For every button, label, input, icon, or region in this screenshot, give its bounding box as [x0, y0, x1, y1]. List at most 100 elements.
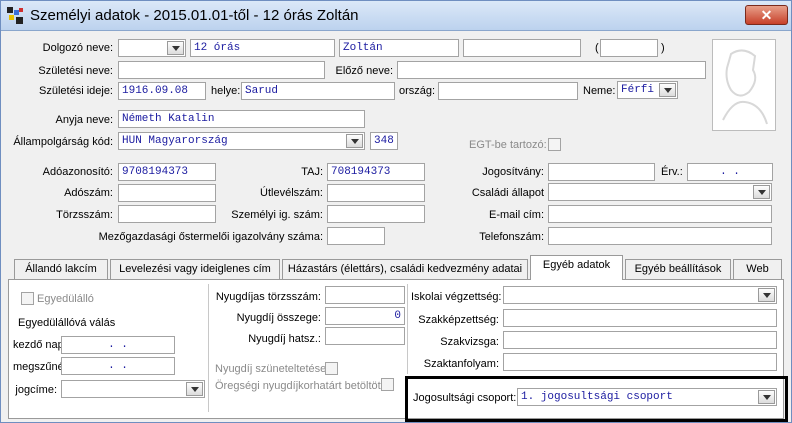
citizenship-value: HUN Magyarország — [122, 135, 228, 147]
pension-reg-label: Nyugdíjas törzsszám: — [215, 291, 321, 303]
rights-group-value: 1. jogosultsági csoport — [521, 391, 673, 403]
single-label: Egyedülálló — [37, 293, 94, 305]
photo-box[interactable] — [712, 39, 776, 131]
separator-1 — [208, 284, 209, 412]
valid-field[interactable]: . . — [687, 163, 773, 181]
birth-place-label: helye: — [211, 85, 241, 97]
start-label: kezdő napja: — [13, 339, 76, 351]
separator-2 — [407, 284, 408, 374]
app-icon — [7, 7, 23, 24]
citizenship-code-field[interactable]: 348 — [370, 132, 398, 150]
phone-field[interactable] — [548, 227, 772, 245]
tax-no-label: Adószám: — [64, 187, 113, 199]
name-extra-field[interactable] — [463, 39, 581, 57]
exam-field[interactable] — [503, 331, 777, 349]
birth-date-label: Születési ideje: — [39, 85, 113, 97]
mother-field[interactable]: Németh Katalin — [118, 110, 365, 128]
name-label: Dolgozó neve: — [42, 42, 113, 54]
chevron-down-icon[interactable] — [753, 185, 770, 199]
birth-name-field[interactable] — [118, 61, 325, 79]
gender-value: Férfi — [621, 84, 655, 96]
family-select[interactable] — [548, 183, 772, 201]
birth-date-field[interactable]: 1916.09.08 — [118, 82, 206, 100]
citizenship-label: Állampolgárság kód: — [13, 136, 113, 148]
pension-auth-label: Nyugdíj hatsz.: — [248, 333, 321, 345]
license-label: Jogosítvány: — [482, 166, 544, 178]
pension-reg-field[interactable] — [325, 286, 405, 304]
qualification-label: Szakképzettség: — [418, 314, 499, 326]
single-checkbox[interactable] — [21, 292, 34, 305]
passport-label: Útlevélszám: — [260, 187, 323, 199]
close-button[interactable]: ✕ — [745, 5, 788, 25]
gender-select[interactable]: Férfi — [617, 81, 678, 99]
chevron-down-icon[interactable] — [659, 83, 676, 97]
farmer-label: Mezőgazdasági őstermelői igazolvány szám… — [98, 231, 323, 243]
end-label: megszűnése: — [13, 361, 79, 373]
valid-label: Érv.: — [661, 166, 683, 178]
education-select[interactable] — [503, 286, 777, 304]
name-title-select[interactable] — [118, 39, 186, 57]
taj-field[interactable]: 708194373 — [327, 163, 425, 181]
birth-place-field[interactable]: Sarud — [241, 82, 395, 100]
first-name-field[interactable]: Zoltán — [339, 39, 459, 57]
tab-web[interactable]: Web — [733, 259, 782, 279]
last-name-field[interactable]: 12 órás — [190, 39, 335, 57]
farmer-field[interactable] — [327, 227, 385, 245]
course-field[interactable] — [503, 353, 777, 371]
egt-checkbox[interactable] — [548, 138, 561, 151]
tab-spouse[interactable]: Házastárs (élettárs), családi kedvezmény… — [282, 259, 528, 279]
tab-other-data[interactable]: Egyéb adatok — [530, 255, 623, 280]
tab-mailing-address[interactable]: Levelezési vagy ideiglenes cím — [110, 259, 280, 279]
email-label: E-mail cím: — [489, 209, 544, 221]
chevron-down-icon[interactable] — [758, 390, 775, 404]
chevron-down-icon[interactable] — [346, 134, 363, 148]
single-becoming-label: Egyedülállóvá válás — [18, 317, 116, 329]
chevron-down-icon[interactable] — [167, 41, 184, 55]
tax-id-label: Adóazonosító: — [42, 166, 113, 178]
license-field[interactable] — [548, 163, 655, 181]
pension-age-label: Öregségi nyugdíjkorhatárt betöltött — [215, 380, 384, 392]
id-card-field[interactable] — [327, 205, 425, 223]
mother-label: Anyja neve: — [55, 114, 113, 126]
prev-name-field[interactable] — [397, 61, 706, 79]
window-title: Személyi adatok - 2015.01.01-től - 12 ór… — [30, 7, 359, 24]
exam-label: Szakvizsga: — [440, 336, 499, 348]
tax-id-field[interactable]: 9708194373 — [118, 163, 216, 181]
rights-group-label: Jogosultsági csoport: — [413, 392, 517, 404]
pension-age-checkbox[interactable] — [381, 378, 394, 391]
birth-name-label: Születési neve: — [38, 65, 113, 77]
tax-no-field[interactable] — [118, 184, 216, 202]
qualification-field[interactable] — [503, 309, 777, 327]
rights-group-select[interactable]: 1. jogosultsági csoport — [517, 388, 777, 406]
portrait-icon — [722, 49, 768, 125]
citizenship-select[interactable]: HUN Magyarország — [118, 132, 365, 150]
phone-label: Telefonszám: — [479, 231, 544, 243]
pension-suspend-label: Nyugdíj szüneteltetése — [215, 363, 327, 375]
taj-label: TAJ: — [301, 166, 323, 178]
registry-field[interactable] — [118, 205, 216, 223]
title-label: jogcíme: — [15, 384, 57, 396]
country-field[interactable] — [438, 82, 578, 100]
tab-permanent-address[interactable]: Állandó lakcím — [14, 259, 108, 279]
course-label: Szaktanfolyam: — [423, 358, 499, 370]
title-select[interactable] — [61, 380, 205, 398]
start-date-field[interactable]: . . — [61, 336, 175, 354]
end-date-field[interactable]: . . — [61, 357, 175, 375]
pension-amount-field[interactable]: 0 — [325, 307, 405, 325]
chevron-down-icon[interactable] — [186, 382, 203, 396]
tab-other-settings[interactable]: Egyéb beállítások — [625, 259, 731, 279]
pension-auth-field[interactable] — [325, 327, 405, 345]
chevron-down-icon[interactable] — [758, 288, 775, 302]
paren-open: ( — [595, 42, 599, 54]
prev-name-label: Előző neve: — [335, 65, 393, 77]
id-card-label: Személyi ig. szám: — [231, 209, 323, 221]
email-field[interactable] — [548, 205, 772, 223]
passport-field[interactable] — [327, 184, 425, 202]
country-label: ország: — [399, 85, 436, 97]
personal-data-window: Személyi adatok - 2015.01.01-től - 12 ór… — [0, 0, 792, 423]
pension-suspend-checkbox[interactable] — [325, 362, 338, 375]
family-label: Családi állapot — [471, 187, 544, 199]
registry-label: Törzsszám: — [56, 209, 113, 221]
gender-label: Neme: — [583, 85, 616, 97]
name-paren-field[interactable] — [600, 39, 658, 57]
